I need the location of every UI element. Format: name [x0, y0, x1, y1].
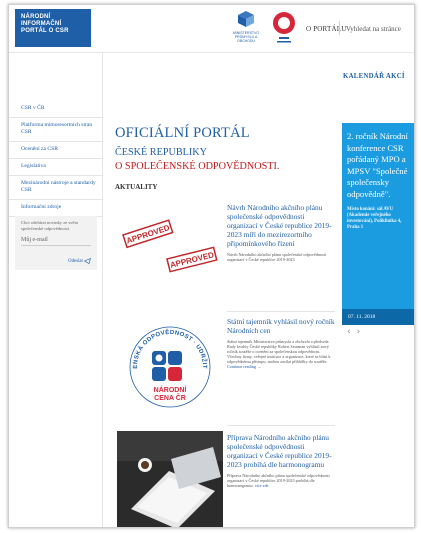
sidebar: CSR v ČR Platforma mimoresortních stran … — [9, 53, 103, 527]
page-subtitle-2: O SPOLEČENSKÉ ODPOVĚDNOSTI. — [115, 161, 280, 172]
nav-about-portal[interactable]: O PORTÁLU — [306, 25, 346, 33]
calendar-event-title: 2. ročník Národní konference CSR pořádan… — [347, 131, 408, 199]
news-title-1[interactable]: Návrh Národního akčního plánu společensk… — [227, 203, 335, 248]
send-label: Odeslat — [68, 259, 83, 264]
calendar-event-date: 07. 11. 2018 — [342, 309, 414, 325]
news-excerpt-3-text: Příprava Národního akčního plánu společe… — [227, 473, 330, 488]
news-item-2: Státní tajemník vyhlásil nový ročník Nár… — [227, 317, 335, 369]
logo-line-1: NÁRODNÍ — [21, 14, 51, 20]
site-header: NÁRODNÍ INFORMAČNÍ PORTÁL O CSR MINISTER… — [9, 5, 414, 53]
news-excerpt-3: Příprava Národního akčního plánu společe… — [227, 473, 335, 488]
news-image-approved[interactable]: APPROVED APPROVED — [117, 201, 223, 291]
send-icon — [83, 257, 91, 264]
award-cena-line2: CENA ČR — [154, 393, 186, 402]
sidebar-item-resources[interactable]: Informační zdroje — [9, 200, 103, 217]
page-subtitle-1: ČESKÉ REPUBLIKY — [115, 147, 207, 158]
news-divider — [227, 425, 335, 426]
award-cena-line1: NÁRODNÍ — [154, 385, 188, 394]
newsletter-email-input[interactable]: Můj e-mail — [21, 237, 91, 243]
mpo-cube-icon — [238, 11, 254, 27]
newsletter-send-button[interactable]: Odeslat — [68, 257, 91, 264]
calendar-title: KALENDÁŘ AKCÍ — [343, 73, 405, 80]
news-read-more-3[interactable]: více zde — [255, 483, 269, 488]
news-read-more-2[interactable]: Continue reading → — [227, 364, 261, 369]
news-excerpt-1: Návrh Národního akčního plánu společensk… — [227, 252, 326, 262]
news-title-2[interactable]: Státní tajemník vyhlásil nový ročník Nár… — [227, 317, 335, 335]
event-calendar: KALENDÁŘ AKCÍ 2. ročník Národní konferen… — [339, 53, 414, 527]
logo-line-2: INFORMAČNÍ — [21, 21, 62, 27]
logo-line-3: PORTÁL O CSR — [21, 28, 69, 34]
mpo-logo[interactable]: MINISTERSTVO PRŮMYSLU A OBCHODU — [227, 10, 265, 46]
email-underline — [21, 245, 91, 246]
news-divider — [227, 311, 335, 312]
newsletter-text: Chci odebírat novinky ze světa společens… — [21, 220, 78, 231]
mpo-caption: MINISTERSTVO PRŮMYSLU A OBCHODU — [232, 31, 260, 43]
calendar-next-icon[interactable]: › — [357, 327, 367, 337]
site-search-link[interactable]: Vyhledat na stránce — [346, 25, 401, 33]
calendar-prev-icon[interactable]: ‹ — [347, 327, 357, 337]
sidebar-item-standards[interactable]: Mezinárodní nástroje a standardy CSR — [9, 176, 103, 200]
calendar-event-card[interactable]: 2. ročník Národní konference CSR pořádan… — [342, 123, 414, 309]
sidebar-item-csr-cr[interactable]: CSR v ČR — [9, 101, 103, 118]
approved-stamps-image: APPROVED APPROVED — [117, 201, 223, 291]
calendar-event-place: Místo konání: sál AVU (Akademie veřejnéh… — [347, 207, 402, 230]
news-item-1: Návrh Národního akčního plánu společensk… — [227, 203, 335, 262]
portal-logo[interactable]: NÁRODNÍ INFORMAČNÍ PORTÁL O CSR — [15, 9, 91, 47]
main-content: OFICIÁLNÍ PORTÁL ČESKÉ REPUBLIKY O SPOLE… — [103, 53, 339, 527]
sidebar-item-legislation[interactable]: Legislativa — [9, 159, 103, 176]
calendar-pager: ‹› — [347, 327, 366, 337]
nav-divider — [339, 21, 340, 35]
news-title-3[interactable]: Příprava Národního akčního plánu společe… — [227, 433, 335, 469]
sidebar-menu: CSR v ČR Platforma mimoresortních stran … — [9, 101, 103, 217]
national-award-logo: SPOLEČENSKÁ ODPOVĚDNOST · UDRŽITELNOST N… — [117, 317, 223, 413]
news-item-3: Příprava Národního akčního plánu společe… — [227, 433, 335, 488]
news-image-laptop[interactable] — [117, 431, 223, 527]
sidebar-item-awards[interactable]: Ocenění za CSR — [9, 142, 103, 159]
laptop-photo — [117, 431, 223, 527]
news-image-national-award[interactable]: SPOLEČENSKÁ ODPOVĚDNOST · UDRŽITELNOST N… — [117, 317, 223, 413]
page-title: OFICIÁLNÍ PORTÁL — [115, 125, 250, 141]
page-frame: NÁRODNÍ INFORMAČNÍ PORTÁL O CSR MINISTER… — [8, 4, 415, 528]
sidebar-item-platform[interactable]: Platforma mimoresortních stran CSR — [9, 118, 103, 142]
quality-council-logo[interactable] — [271, 10, 297, 44]
news-section-heading: AKTUALITY — [115, 183, 158, 191]
news-excerpt-2: Státní tajemník Ministerstva průmyslu a … — [227, 339, 335, 369]
news-excerpt-2-text: Státní tajemník Ministerstva průmyslu a … — [227, 339, 331, 364]
newsletter-box: Chci odebírat novinky ze světa společens… — [15, 216, 97, 270]
